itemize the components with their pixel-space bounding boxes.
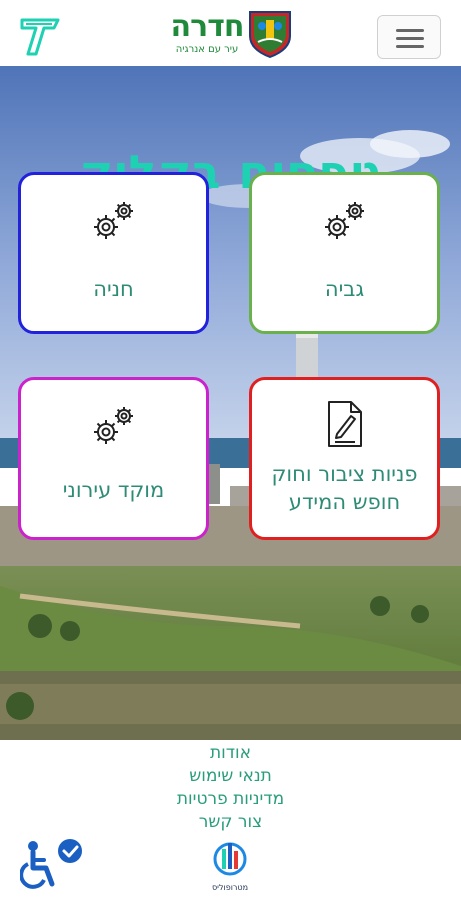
tile-label: פניות ציבור וחוק חופש המידע: [271, 462, 418, 514]
tile-collection[interactable]: גביה: [249, 172, 440, 334]
footer-link-contact[interactable]: צור קשר: [0, 811, 461, 834]
hero-section: טפסים בקליק גביה חניה פניות ציבור וחוק ח…: [0, 66, 461, 740]
gears-icon: [252, 197, 437, 249]
tile-parking[interactable]: חניה: [18, 172, 209, 334]
hamburger-line: [396, 45, 424, 48]
metropolis-icon: [213, 842, 247, 876]
tile-label: מוקד עירוני: [62, 478, 165, 502]
footer-link-privacy[interactable]: מדיניות פרטיות: [0, 788, 461, 811]
tile-municipal-hotline[interactable]: מוקד עירוני: [18, 377, 209, 540]
footer-link-about[interactable]: אודות: [0, 742, 461, 765]
footer-link-terms[interactable]: תנאי שימוש: [0, 765, 461, 788]
crest-icon: [249, 11, 291, 58]
tile-label: חניה: [93, 277, 134, 301]
metropolis-label: מטרופוליס: [211, 883, 249, 892]
gears-icon: [21, 402, 206, 454]
metropolis-logo[interactable]: מטרופוליס: [200, 837, 260, 897]
city-logo[interactable]: חדרה עיר עם אנרגיה: [160, 8, 296, 60]
document-edit-icon: [252, 398, 437, 454]
menu-button[interactable]: [377, 15, 441, 59]
app-header: חדרה עיר עם אנרגיה: [0, 0, 461, 67]
city-name: חדרה: [170, 9, 245, 44]
accessibility-icon[interactable]: [20, 838, 84, 892]
footer-links: אודות תנאי שימוש מדיניות פרטיות צור קשר: [0, 742, 461, 834]
hamburger-line: [396, 29, 424, 32]
tile-public-inquiries[interactable]: פניות ציבור וחוק חופש המידע: [249, 377, 440, 540]
tile-label: גביה: [324, 277, 365, 301]
t-logo-icon[interactable]: [18, 14, 62, 58]
hamburger-line: [396, 37, 424, 40]
footer: אודות תנאי שימוש מדיניות פרטיות צור קשר …: [0, 740, 461, 900]
gears-icon: [21, 197, 206, 249]
city-slogan: עיר עם אנרגיה: [175, 44, 239, 55]
